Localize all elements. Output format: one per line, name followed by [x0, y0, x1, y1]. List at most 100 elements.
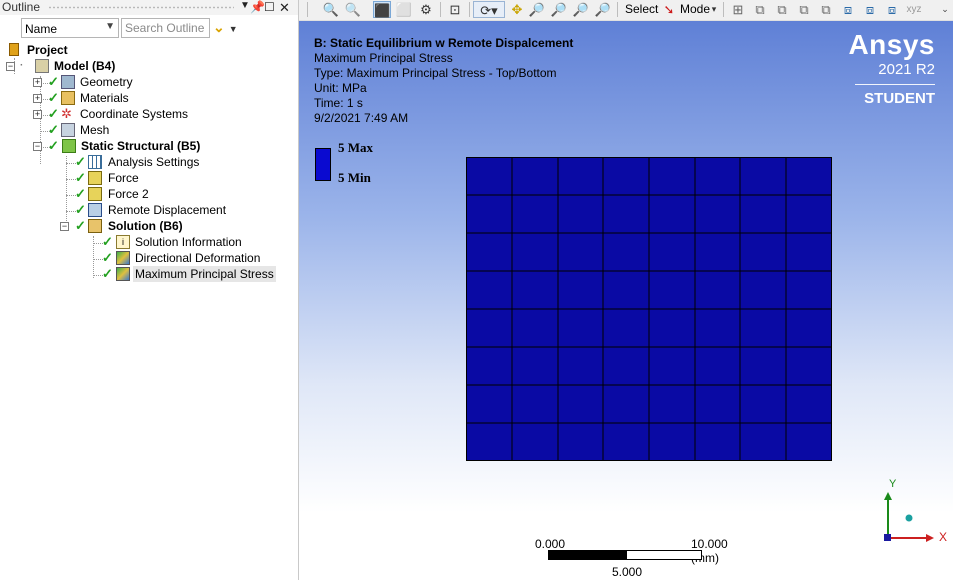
tree-item-label: Coordinate Systems — [80, 107, 189, 121]
brand-version: 2021 R2 — [878, 61, 935, 78]
tree-item-label: Project — [27, 43, 68, 57]
toolbar-separator — [723, 2, 724, 17]
triad-axes-icon — [884, 492, 934, 542]
outline-panel: Outline ▼ 📌 ☐ ✕ Name ▼ ⌄▼ — [0, 0, 299, 580]
legend-min-label[interactable]: 5 Min — [338, 170, 371, 186]
legend-max-label[interactable]: 5 Max — [338, 140, 373, 156]
collapse-toggle-icon[interactable]: − — [6, 62, 15, 71]
magnifier-icon[interactable]: 🔎 — [594, 1, 612, 18]
zoom-out-icon[interactable]: 🔍 — [344, 1, 362, 18]
tree-item-coordinate-systems[interactable]: + ✓ ✲ Coordinate Systems — [0, 106, 298, 122]
select-element-face-icon[interactable]: ⧈ — [839, 1, 857, 18]
info-document-icon: i — [116, 235, 130, 249]
check-icon: ✓ — [48, 74, 59, 89]
dropdown-icon[interactable]: ▼ — [240, 0, 250, 11]
solution-icon — [88, 219, 102, 233]
check-icon: ✓ — [102, 266, 113, 281]
check-icon: ✓ — [48, 106, 59, 121]
chevron-down-icon: ▼ — [105, 21, 115, 32]
scale-start-label: 0.000 — [535, 537, 566, 551]
tree-item-directional-deformation[interactable]: ✓ Directional Deformation — [0, 250, 298, 266]
check-icon: ✓ — [75, 218, 86, 233]
tree-item-materials[interactable]: + ✓ Materials — [0, 90, 298, 106]
pan-icon[interactable]: ✥ — [508, 1, 526, 18]
select-edge-icon[interactable]: ⧉ — [751, 1, 769, 18]
tree-item-analysis-settings[interactable]: ✓ Analysis Settings — [0, 154, 298, 170]
expand-toggle-icon[interactable]: + — [33, 110, 42, 119]
brand-name: Ansys — [848, 29, 935, 60]
expand-toggle-icon[interactable]: + — [33, 94, 42, 103]
check-icon: ✓ — [48, 90, 59, 105]
coordinate-triad[interactable]: Y X — [871, 476, 951, 556]
filter-options-button[interactable]: ⌄ ▼ — [213, 19, 243, 37]
tree-item-solution-information[interactable]: ✓ i Solution Information — [0, 234, 298, 250]
tree-item-label: Maximum Principal Stress — [133, 266, 276, 282]
check-icon: ✓ — [48, 122, 59, 137]
mesh-grid — [466, 157, 832, 461]
coordinate-axes-icon: ✲ — [61, 106, 72, 121]
tree-item-static-structural[interactable]: − ✓ Static Structural (B5) — [0, 138, 298, 154]
zoom-fit-icon[interactable]: 🔎 — [572, 1, 590, 18]
cube-solid-icon[interactable]: ⬛ — [373, 1, 391, 18]
tree-item-label: Force 2 — [108, 187, 149, 201]
select-face-icon[interactable]: ⧉ — [773, 1, 791, 18]
title-grip — [48, 6, 234, 9]
toolbar-overflow-icon[interactable]: ⌄ — [939, 1, 951, 18]
select-element-icon[interactable]: ⧈ — [861, 1, 879, 18]
tree-item-model[interactable]: − · Model (B4) — [0, 58, 298, 74]
select-vertex-icon[interactable]: ⊞ — [729, 1, 747, 18]
tree-connector-icon: · — [20, 60, 24, 71]
pin-icon[interactable]: 📌 — [250, 0, 265, 14]
analysis-settings-icon — [88, 155, 102, 169]
ansys-logo: Ansys 2021 R2 STUDENT — [848, 29, 935, 107]
zoom-in-icon[interactable]: 🔍 — [322, 1, 340, 18]
select-mesh-icon[interactable]: ⧈ — [883, 1, 901, 18]
mode-dropdown[interactable]: Mode — [680, 1, 710, 18]
search-outline-input[interactable] — [121, 18, 210, 38]
tree-item-mesh[interactable]: ✓ Mesh — [0, 122, 298, 138]
collapse-toggle-icon[interactable]: − — [33, 142, 42, 151]
selection-filter-icon[interactable]: ⚙ — [417, 1, 435, 18]
triad-y-label: Y — [889, 478, 897, 490]
cursor-mode-icon[interactable]: ➘ — [662, 1, 676, 18]
tree-item-force-2[interactable]: ✓ Force 2 — [0, 186, 298, 202]
project-book-icon — [9, 43, 19, 56]
tree-item-label: Directional Deformation — [135, 251, 261, 265]
tree-item-remote-displacement[interactable]: ✓ Remote Displacement — [0, 202, 298, 218]
maximize-icon[interactable]: ☐ — [264, 0, 275, 14]
remote-displacement-icon — [88, 203, 102, 217]
expand-toggle-icon[interactable]: + — [33, 78, 42, 87]
check-icon: ✓ — [75, 202, 86, 217]
result-name: Maximum Principal Stress — [314, 51, 453, 65]
graphics-viewport[interactable]: B: Static Equilibrium w Remote Dispalcem… — [299, 21, 953, 580]
select-node-icon[interactable]: ⧉ — [817, 1, 835, 18]
tree-item-solution[interactable]: − ✓ Solution (B6) — [0, 218, 298, 234]
legend-color-bar[interactable] — [315, 148, 331, 181]
check-icon: ✓ — [75, 186, 86, 201]
toolbar-separator — [307, 2, 308, 17]
result-type: Type: Maximum Principal Stress - Top/Bot… — [314, 66, 557, 80]
filter-type-value: Name — [25, 22, 58, 36]
tree-item-project[interactable]: Project — [0, 42, 298, 58]
geometry-icon — [61, 75, 75, 89]
outline-title-bar: Outline ▼ 📌 ☐ ✕ — [0, 0, 298, 15]
tree-item-force[interactable]: ✓ Force — [0, 170, 298, 186]
select-mode-label[interactable]: Select — [625, 1, 658, 18]
coordinate-select-icon[interactable]: xyz — [905, 1, 923, 18]
mesh-plate[interactable] — [466, 157, 832, 461]
tree-item-maximum-principal-stress[interactable]: ✓ Maximum Principal Stress — [0, 266, 298, 282]
deformation-result-icon — [116, 251, 130, 265]
close-icon[interactable]: ✕ — [279, 0, 290, 16]
select-body-icon[interactable]: ⧉ — [795, 1, 813, 18]
tree-item-geometry[interactable]: + ✓ Geometry — [0, 74, 298, 90]
outline-filter-row: Name ▼ ⌄▼ — [0, 17, 298, 43]
collapse-toggle-icon[interactable]: − — [60, 222, 69, 231]
filter-type-select[interactable]: Name ▼ — [21, 18, 119, 38]
zoom-box-icon[interactable]: 🔎 — [550, 1, 568, 18]
chevron-down-icon[interactable]: ▾ — [709, 1, 719, 18]
rotate-dropdown-button[interactable]: ⟳▾ — [473, 1, 505, 18]
cube-wire-icon[interactable]: ⬜ — [395, 1, 413, 18]
zoom-icon[interactable]: 🔎 — [528, 1, 546, 18]
box-select-icon[interactable]: ⊡ — [446, 1, 464, 18]
scale-bar — [548, 550, 702, 560]
